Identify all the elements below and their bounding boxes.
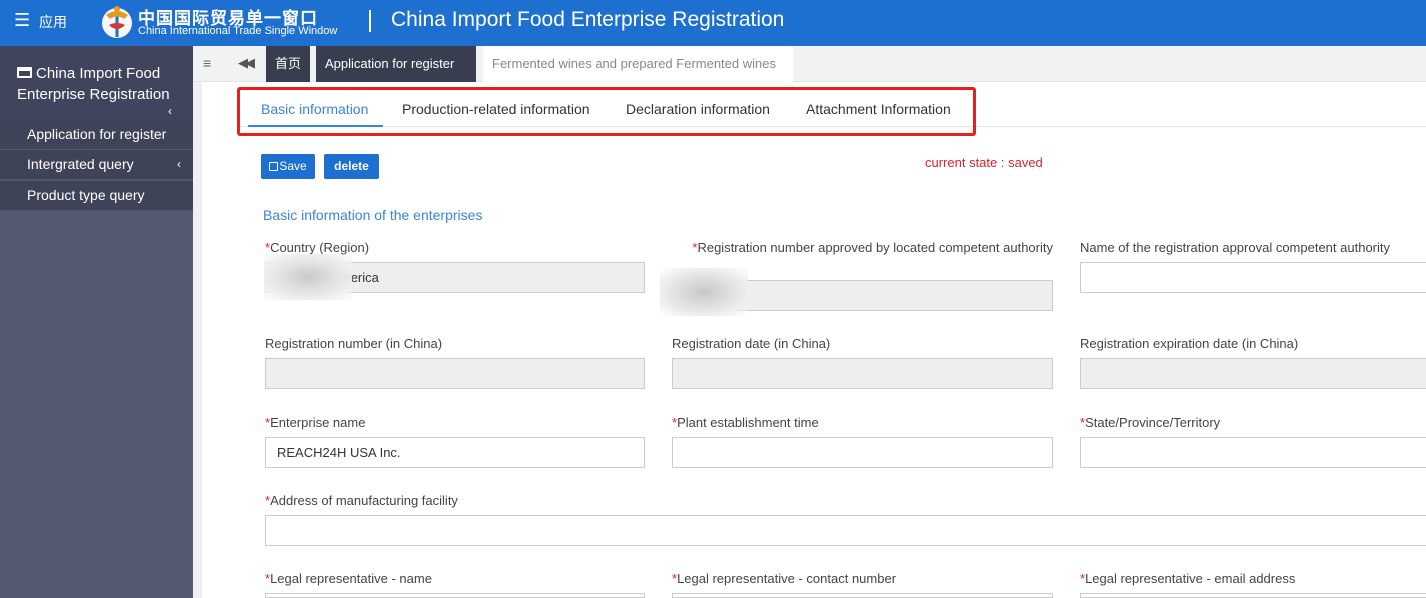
sidebar-item-label: Application for register [27,126,167,142]
reg-no-china-label: Registration number (in China) [265,336,443,351]
country-label: *Country (Region) [265,240,370,255]
approval-authority-label: Name of the registration approval compet… [1080,240,1391,255]
top-header: ☰ 应用 中国国际贸易单一窗口 China International Trad… [0,0,1426,46]
address-label: *Address of manufacturing facility [265,493,458,508]
address-input[interactable] [265,515,1426,546]
legal-name-label: *Legal representative - name [265,571,432,586]
content-gutter [193,82,202,598]
current-state-text: current state : saved [925,155,1043,170]
legal-phone-label: *Legal representative - contact number [672,571,897,586]
redacted-mask [660,268,748,316]
tab-label: Application for register [325,56,455,71]
tab-label: 首页 [274,56,301,71]
single-window-logo-icon [102,6,132,38]
reg-exp-china-label: Registration expiration date (in China) [1080,336,1299,351]
tab-home[interactable]: 首页 [266,46,310,82]
reg-no-china-field[interactable] [265,358,645,389]
section-title: Basic information of the enterprises [263,207,483,223]
highlight-annotation-box [237,87,976,136]
reg-exp-china-field[interactable] [1080,358,1426,389]
enterprise-name-input[interactable]: REACH24H USA Inc. [265,437,645,468]
delete-button-label: delete [334,159,369,173]
plant-time-input[interactable] [672,437,1053,468]
save-button-label: Save [279,159,307,173]
delete-button[interactable]: delete [324,154,379,179]
state-province-label: *State/Province/Territory [1080,415,1221,430]
plant-time-label: *Plant establishment time [672,415,819,430]
legal-phone-input[interactable] [672,593,1053,598]
chevron-left-icon: ‹ [177,157,181,171]
sidebar-item-label: Intergrated query [27,156,134,172]
app-menu-label[interactable]: 应用 [39,12,67,32]
menu-icon[interactable]: ☰ [14,11,30,29]
tab-fermented-wines[interactable]: Fermented wines and prepared Fermented w… [483,46,793,106]
enterprise-name-label: *Enterprise name [265,415,366,430]
save-button[interactable]: Save [261,154,315,179]
sidebar-item-label: Product type query [27,187,145,203]
legal-name-input[interactable] [265,593,645,598]
page-title: China Import Food Enterprise Registratio… [391,8,785,31]
brand-title-en: China International Trade Single Window [138,25,338,37]
floppy-disk-icon [269,162,279,171]
sidebar-item-product-type-query[interactable]: Product type query [0,181,193,210]
double-chevron-left-icon[interactable]: ◀◀ [238,55,255,71]
approval-authority-input[interactable] [1080,262,1426,293]
sidebar: China Import Food Enterprise Registratio… [0,46,193,598]
tab-label: Fermented wines and prepared Fermented w… [492,56,776,71]
tab-application-for-register[interactable]: Application for register✕ [316,46,476,106]
sidebar-header: China Import Food Enterprise Registratio… [0,46,193,120]
reg-no-approved-label: *Registration number approved by located… [692,240,1053,255]
page-tab-strip: ≡ ◀◀ 首页 Application for register✕ Fermen… [193,46,1426,106]
menu-toggle-icon[interactable]: ≡ [203,55,211,71]
redacted-mask [264,254,352,300]
sidebar-item-integrated-query[interactable]: Intergrated query ‹ [0,150,193,179]
header-divider [369,10,371,32]
reg-date-china-field[interactable] [672,358,1053,389]
legal-email-label: *Legal representative - email address [1080,571,1296,586]
sidebar-title: China Import Food Enterprise Registratio… [17,65,170,103]
legal-email-input[interactable] [1080,593,1426,598]
reg-date-china-label: Registration date (in China) [672,336,831,351]
sidebar-item-application[interactable]: Application for register [0,120,193,149]
state-province-input[interactable] [1080,437,1426,468]
chevron-left-icon[interactable]: ‹ [168,104,172,118]
